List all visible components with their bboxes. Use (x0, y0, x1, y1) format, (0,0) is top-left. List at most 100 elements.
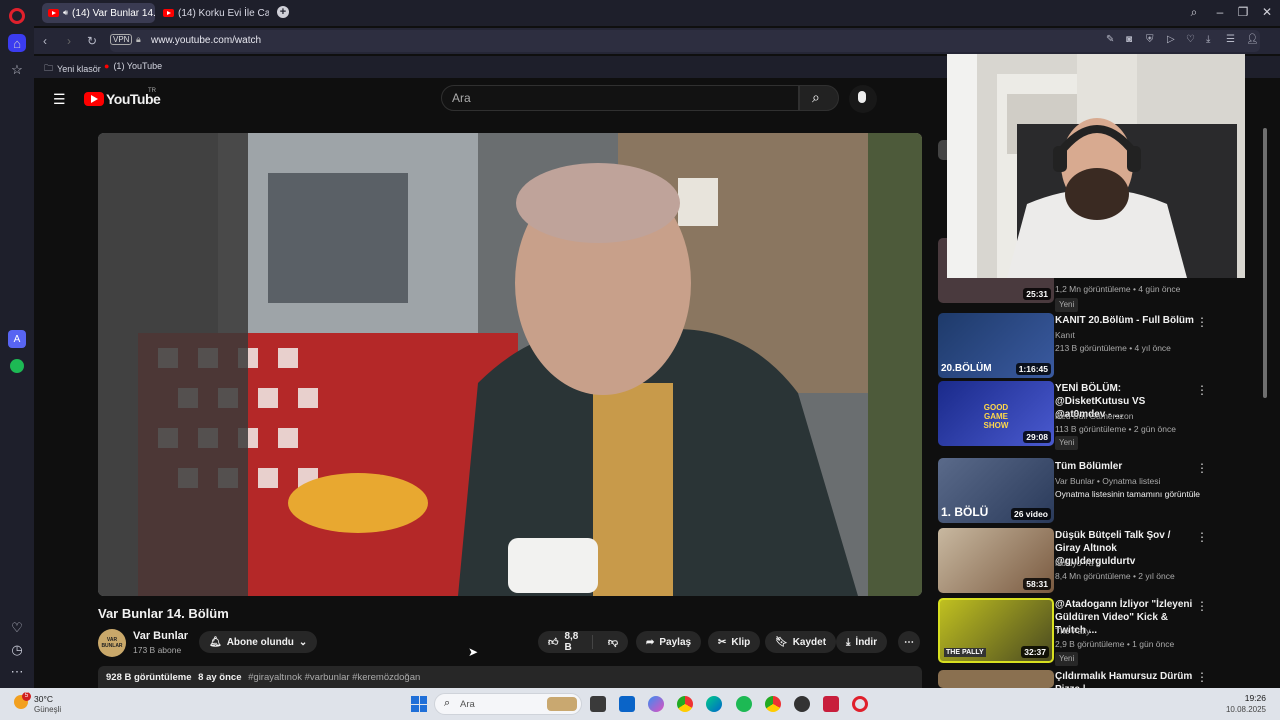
outlook-icon[interactable] (619, 696, 635, 712)
more-actions-button[interactable]: ⋯ (898, 631, 920, 653)
close-button[interactable]: ✕ (1259, 5, 1275, 19)
thumb-text: 1. BÖLÜ (941, 505, 989, 519)
voice-search-button[interactable] (849, 85, 877, 113)
dislike-button[interactable]: 👎︎ (598, 636, 628, 648)
aria-ai-icon[interactable]: A (8, 330, 26, 348)
view-playlist-link[interactable]: Oynatma listesinin tamamını görüntüle (1055, 488, 1205, 500)
download-button[interactable]: ⤓ İndir (836, 631, 888, 653)
forward-icon[interactable]: › (67, 34, 71, 48)
rec-menu-icon[interactable]: ⋮ (1196, 670, 1208, 684)
page-scrollbar[interactable] (1263, 128, 1267, 398)
speaker-icon: 🔊︎ (63, 8, 69, 17)
like-button[interactable]: 👍︎ 8,8 B (538, 631, 593, 653)
microphone-icon (858, 91, 866, 103)
tab-korku-evi[interactable]: (14) Korku Evi İle Cancık U (157, 3, 269, 23)
rec-channel[interactable]: Kanıt (1055, 329, 1205, 341)
opera-logo-icon[interactable] (9, 8, 25, 24)
rec-menu-icon[interactable]: ⋮ (1196, 383, 1208, 397)
reload-icon[interactable]: ↻ (87, 34, 97, 48)
rec-thumbnail[interactable]: 1. BÖLÜ 26 video (938, 458, 1054, 523)
profile-icon[interactable]: 👤︎ (1246, 34, 1259, 45)
url-field[interactable]: VPN 🔒︎ www.youtube.com/watch (110, 30, 1260, 52)
heart-icon[interactable]: ♡ (8, 619, 26, 637)
obs-icon[interactable] (794, 696, 810, 712)
heart-icon[interactable]: ♡ (1186, 34, 1195, 45)
clip-label: Klip (731, 636, 751, 648)
channel-avatar[interactable]: VAR BUNLAR (98, 629, 126, 657)
rec-menu-icon[interactable]: ⋮ (1196, 315, 1208, 329)
rec-thumbnail[interactable]: GOOD GAME SHOW 29:08 (938, 381, 1054, 446)
share-button[interactable]: ➦ Paylaş (636, 631, 702, 653)
weather-temp[interactable]: 30°C (34, 694, 53, 704)
url-text[interactable]: www.youtube.com/watch (151, 35, 261, 46)
youtube-favicon (163, 9, 174, 17)
rec-thumbnail[interactable]: 58:31 (938, 528, 1054, 593)
description-box[interactable]: 928 B görüntüleme 8 ay önce #girayaltıno… (98, 666, 922, 688)
chrome-icon[interactable] (677, 696, 693, 712)
back-icon[interactable]: ‹ (43, 34, 47, 48)
rec-title[interactable]: KANIT 20.Bölüm - Full Bölüm (1055, 314, 1195, 327)
opera-taskbar-icon[interactable] (852, 696, 868, 712)
edge-icon[interactable] (706, 696, 722, 712)
rec-duration: 1:16:45 (1015, 363, 1051, 375)
clock-time[interactable]: 19:26 (1218, 693, 1266, 703)
home-icon[interactable]: ⌂ (8, 34, 26, 52)
history-icon[interactable]: ◷ (8, 641, 26, 659)
task-view-icon[interactable] (590, 696, 606, 712)
rec-thumbnail[interactable]: THE PALLY 32:37 (938, 598, 1054, 663)
subscribe-button[interactable]: 🔔︎ Abone olundu ⌄ (199, 631, 318, 653)
minimize-button[interactable]: – (1212, 5, 1228, 19)
thumb-text: 20.BÖLÜM (941, 363, 992, 374)
rec-channel[interactable]: Noluyo Ya ¿ (1055, 557, 1205, 569)
chrome-profile-icon[interactable] (765, 696, 781, 712)
star-icon[interactable]: ☆ (8, 61, 26, 79)
copilot-icon[interactable] (648, 696, 664, 712)
windows-start-icon[interactable] (411, 696, 427, 712)
restore-button[interactable]: ❐ (1235, 5, 1251, 19)
camera-icon[interactable]: ◙ (1126, 34, 1132, 45)
download-icon[interactable]: ⤓ (1206, 34, 1210, 45)
shield-icon[interactable]: ⛨ (1146, 34, 1154, 45)
taskbar-search[interactable]: ⌕ Ara (434, 693, 582, 715)
search-button[interactable]: ⌕ (799, 85, 839, 111)
bookmark-yeni-klasor[interactable]: 🗀︎ Yeni klasör (44, 61, 101, 77)
tab-var-bunlar[interactable]: 🔊︎ (14) Var Bunlar 14. Böl (42, 3, 155, 23)
spotify-taskbar-icon[interactable] (736, 696, 752, 712)
vpn-badge[interactable]: VPN (110, 34, 133, 45)
rec-meta: 8,4 Mn görüntüleme • 2 yıl önce (1055, 571, 1175, 581)
rec-thumbnail[interactable] (938, 670, 1054, 688)
save-button[interactable]: 🔖︎ Kaydet (765, 631, 837, 653)
rec-channel[interactable]: Var Bunlar • Oynatma listesi (1055, 475, 1205, 487)
rec-title[interactable]: Çıldırmalık Hamursuz Dürüm Pizza | ... (1055, 670, 1195, 688)
hashtags[interactable]: #girayaltınok #varbunlar #keremözdoğan (248, 672, 420, 683)
more-icon[interactable]: ⋯ (8, 663, 26, 681)
weather-desc[interactable]: Güneşli (34, 705, 61, 714)
video-player[interactable] (98, 133, 922, 596)
rec-menu-icon[interactable]: ⋮ (1196, 530, 1208, 544)
thumbs-up-icon: 👍︎ (548, 637, 559, 648)
search-icon: ⌕ (812, 89, 820, 105)
mail-icon[interactable] (823, 696, 839, 712)
rec-channel[interactable]: The Pally (1055, 625, 1205, 637)
new-tab-button[interactable]: + (277, 6, 289, 18)
rec-menu-icon[interactable]: ⋮ (1196, 599, 1208, 613)
bookmark-label: (1) YouTube (113, 61, 163, 71)
rec-channel[interactable]: Red Bull Gamerszon (1055, 410, 1205, 422)
spotify-icon[interactable] (8, 357, 26, 375)
clip-button[interactable]: ✂ Klip (708, 631, 761, 653)
rec-duration: 32:37 (1021, 646, 1049, 658)
clock-date[interactable]: 10.08.2025 (1212, 705, 1266, 714)
youtube-logo-icon[interactable] (84, 92, 104, 106)
channel-name[interactable]: Var Bunlar (133, 630, 188, 642)
search-input[interactable]: Ara (441, 85, 799, 111)
edit-icon[interactable]: ✎ (1106, 34, 1114, 45)
hamburger-menu-icon[interactable]: ☰ (53, 91, 66, 108)
search-tabs-icon[interactable]: ⌕ (1186, 5, 1202, 20)
rec-thumbnail[interactable]: 20.BÖLÜM 1:16:45 (938, 313, 1054, 378)
menu-icon[interactable]: ☰ (1226, 34, 1235, 45)
bookmark-youtube[interactable]: ● (1) YouTube (104, 61, 162, 71)
region-code: TR (148, 88, 156, 94)
rec-title[interactable]: Tüm Bölümler (1055, 460, 1195, 473)
rec-menu-icon[interactable]: ⋮ (1196, 461, 1208, 475)
play-icon[interactable]: ▷ (1167, 34, 1175, 45)
